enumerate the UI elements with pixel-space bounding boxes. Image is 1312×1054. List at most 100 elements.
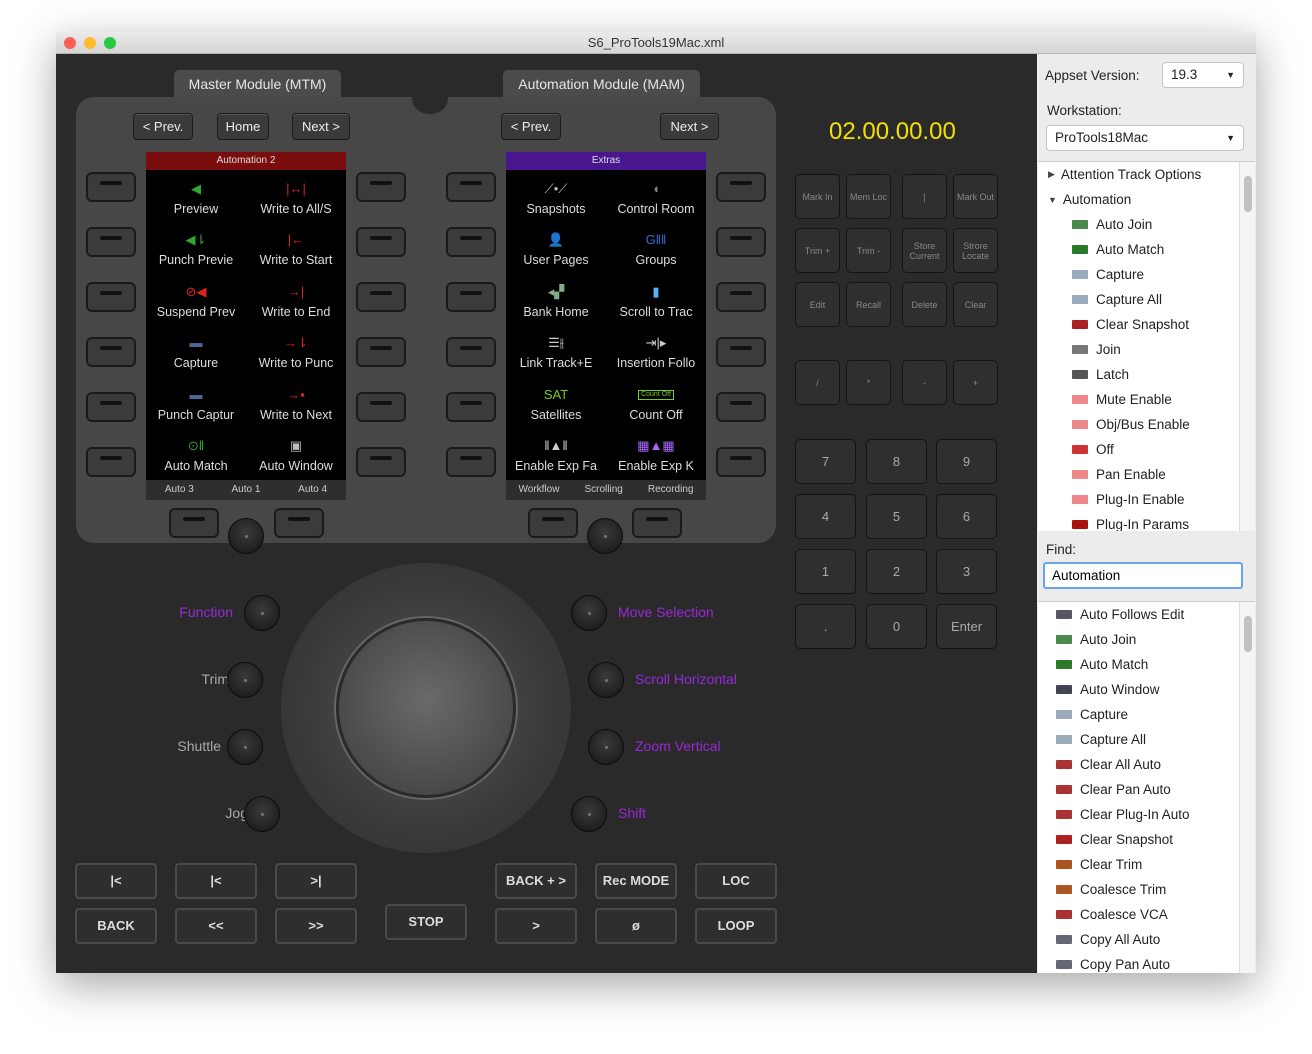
result-item[interactable]: Clear Pan Auto xyxy=(1038,777,1255,802)
transport-button[interactable]: > xyxy=(495,908,577,944)
search-results-list[interactable]: Auto Follows Edit Auto Join Auto Match Auto… xyxy=(1038,601,1255,973)
soft-key-button[interactable] xyxy=(86,227,136,257)
footer-label[interactable]: Workflow xyxy=(519,480,560,500)
transport-button[interactable]: ø xyxy=(595,908,677,944)
result-item[interactable]: Coalesce Trim xyxy=(1038,877,1255,902)
result-item[interactable]: Copy All Auto xyxy=(1038,927,1255,952)
tree-scrollbar[interactable] xyxy=(1239,162,1255,531)
result-item[interactable]: Clear Plug-In Auto xyxy=(1038,802,1255,827)
screen-cell[interactable]: ▬ Punch Captur xyxy=(146,376,246,428)
tree-item[interactable]: Auto Join xyxy=(1038,212,1255,237)
tree-item[interactable]: Mute Enable xyxy=(1038,387,1255,412)
soft-key-button[interactable] xyxy=(716,447,766,477)
soft-key-button[interactable] xyxy=(274,508,324,538)
screen-cell[interactable]: ⟋•⟋ Snapshots xyxy=(506,170,606,222)
keypad-button[interactable]: Trim - xyxy=(846,228,891,273)
screen-cell[interactable]: →⇂ Write to Punc xyxy=(246,325,346,377)
footer-label[interactable]: Recording xyxy=(648,480,694,500)
soft-key-button[interactable] xyxy=(716,172,766,202)
keypad-button[interactable]: / xyxy=(795,360,840,405)
tree-item[interactable]: Pan Enable xyxy=(1038,462,1255,487)
transport-button[interactable]: LOC xyxy=(695,863,777,899)
tree-item[interactable]: Off xyxy=(1038,437,1255,462)
transport-button[interactable]: >> xyxy=(275,908,357,944)
screen-cell[interactable]: G‖‖ Groups xyxy=(606,222,706,274)
soft-key-button[interactable] xyxy=(169,508,219,538)
tree-item[interactable]: Latch xyxy=(1038,362,1255,387)
soft-key-button[interactable] xyxy=(86,337,136,367)
soft-key-button[interactable] xyxy=(356,172,406,202)
close-button[interactable] xyxy=(64,37,76,49)
transport-button[interactable]: |< xyxy=(175,863,257,899)
tree-item[interactable]: Capture All xyxy=(1038,287,1255,312)
soft-key-button[interactable] xyxy=(446,447,496,477)
soft-key-button[interactable] xyxy=(716,227,766,257)
numpad-button[interactable]: 5 xyxy=(866,494,927,539)
soft-key-button[interactable] xyxy=(528,508,578,538)
footer-label[interactable]: Auto 3 xyxy=(165,480,194,500)
soft-key-button[interactable] xyxy=(446,172,496,202)
tree-item[interactable]: ▶ Attention Track Options xyxy=(1038,162,1255,187)
soft-key-button[interactable] xyxy=(356,282,406,312)
result-item[interactable]: Coalesce VCA xyxy=(1038,902,1255,927)
screen-cell[interactable]: ◀⇂ Punch Previe xyxy=(146,222,246,274)
screen-cell[interactable]: ▬ Capture xyxy=(146,325,246,377)
transport-button[interactable]: BACK + > xyxy=(495,863,577,899)
soft-key-button[interactable] xyxy=(356,227,406,257)
function-knob[interactable] xyxy=(244,796,280,832)
find-input[interactable] xyxy=(1043,562,1243,589)
soft-key-button[interactable] xyxy=(86,392,136,422)
keypad-button[interactable]: - xyxy=(902,360,947,405)
screen-cell[interactable]: |↔| Write to All/S xyxy=(246,170,346,222)
function-knob[interactable] xyxy=(227,729,263,765)
result-item[interactable]: Copy Pan Auto xyxy=(1038,952,1255,973)
function-knob[interactable] xyxy=(588,662,624,698)
numpad-button[interactable]: 0 xyxy=(866,604,927,649)
zoom-button[interactable] xyxy=(104,37,116,49)
keypad-button[interactable]: Clear xyxy=(953,282,998,327)
soft-key-button[interactable] xyxy=(356,447,406,477)
keypad-button[interactable]: * xyxy=(846,360,891,405)
keypad-button[interactable]: Delete xyxy=(902,282,947,327)
tree-item[interactable]: Join xyxy=(1038,337,1255,362)
transport-button[interactable]: << xyxy=(175,908,257,944)
soft-key-button[interactable] xyxy=(86,282,136,312)
screen-cell[interactable]: ⊘◀ Suspend Prev xyxy=(146,273,246,325)
prev-button[interactable]: < Prev. xyxy=(133,113,193,140)
soft-key-button[interactable] xyxy=(446,337,496,367)
tree-item[interactable]: Plug-In Params xyxy=(1038,512,1255,531)
result-item[interactable]: Auto Join xyxy=(1038,627,1255,652)
scroll-thumb[interactable] xyxy=(1244,176,1252,212)
numpad-button[interactable]: 7 xyxy=(795,439,856,484)
result-item[interactable]: Auto Window xyxy=(1038,677,1255,702)
keypad-button[interactable]: Strore Locate xyxy=(953,228,998,273)
soft-key-button[interactable] xyxy=(446,282,496,312)
transport-button[interactable]: LOOP xyxy=(695,908,777,944)
keypad-button[interactable]: + xyxy=(953,360,998,405)
function-knob[interactable] xyxy=(571,796,607,832)
screen-cell[interactable]: ☰⫲ Link Track+E xyxy=(506,325,606,377)
tree-item[interactable]: Clear Snapshot xyxy=(1038,312,1255,337)
numpad-button[interactable]: 2 xyxy=(866,549,927,594)
minimize-button[interactable] xyxy=(84,37,96,49)
screen-cell[interactable]: ⊙‖ Auto Match xyxy=(146,428,246,480)
tree-item[interactable]: Capture xyxy=(1038,262,1255,287)
result-item[interactable]: Auto Follows Edit xyxy=(1038,602,1255,627)
transport-button[interactable]: STOP xyxy=(385,904,467,940)
screen-cell[interactable]: ‖▲‖ Enable Exp Fa xyxy=(506,428,606,480)
tab-master-module[interactable]: Master Module (MTM) xyxy=(174,70,341,98)
numpad-button[interactable]: 9 xyxy=(936,439,997,484)
appset-version-select[interactable]: 19.3 ▼ xyxy=(1162,62,1244,88)
transport-button[interactable]: BACK xyxy=(75,908,157,944)
soft-key-button[interactable] xyxy=(356,337,406,367)
numpad-button[interactable]: 8 xyxy=(866,439,927,484)
tree-item[interactable]: Obj/Bus Enable xyxy=(1038,412,1255,437)
screen-cell[interactable]: →▪ Write to Next xyxy=(246,376,346,428)
keypad-button[interactable]: Store Current xyxy=(902,228,947,273)
keypad-button[interactable]: Mem Loc xyxy=(846,174,891,219)
result-item[interactable]: Clear Trim xyxy=(1038,852,1255,877)
numpad-button[interactable]: 1 xyxy=(795,549,856,594)
screen-cell[interactable]: ◂▞ Bank Home xyxy=(506,273,606,325)
workstation-select[interactable]: ProTools18Mac ▼ xyxy=(1046,125,1244,151)
soft-key-button[interactable] xyxy=(86,447,136,477)
